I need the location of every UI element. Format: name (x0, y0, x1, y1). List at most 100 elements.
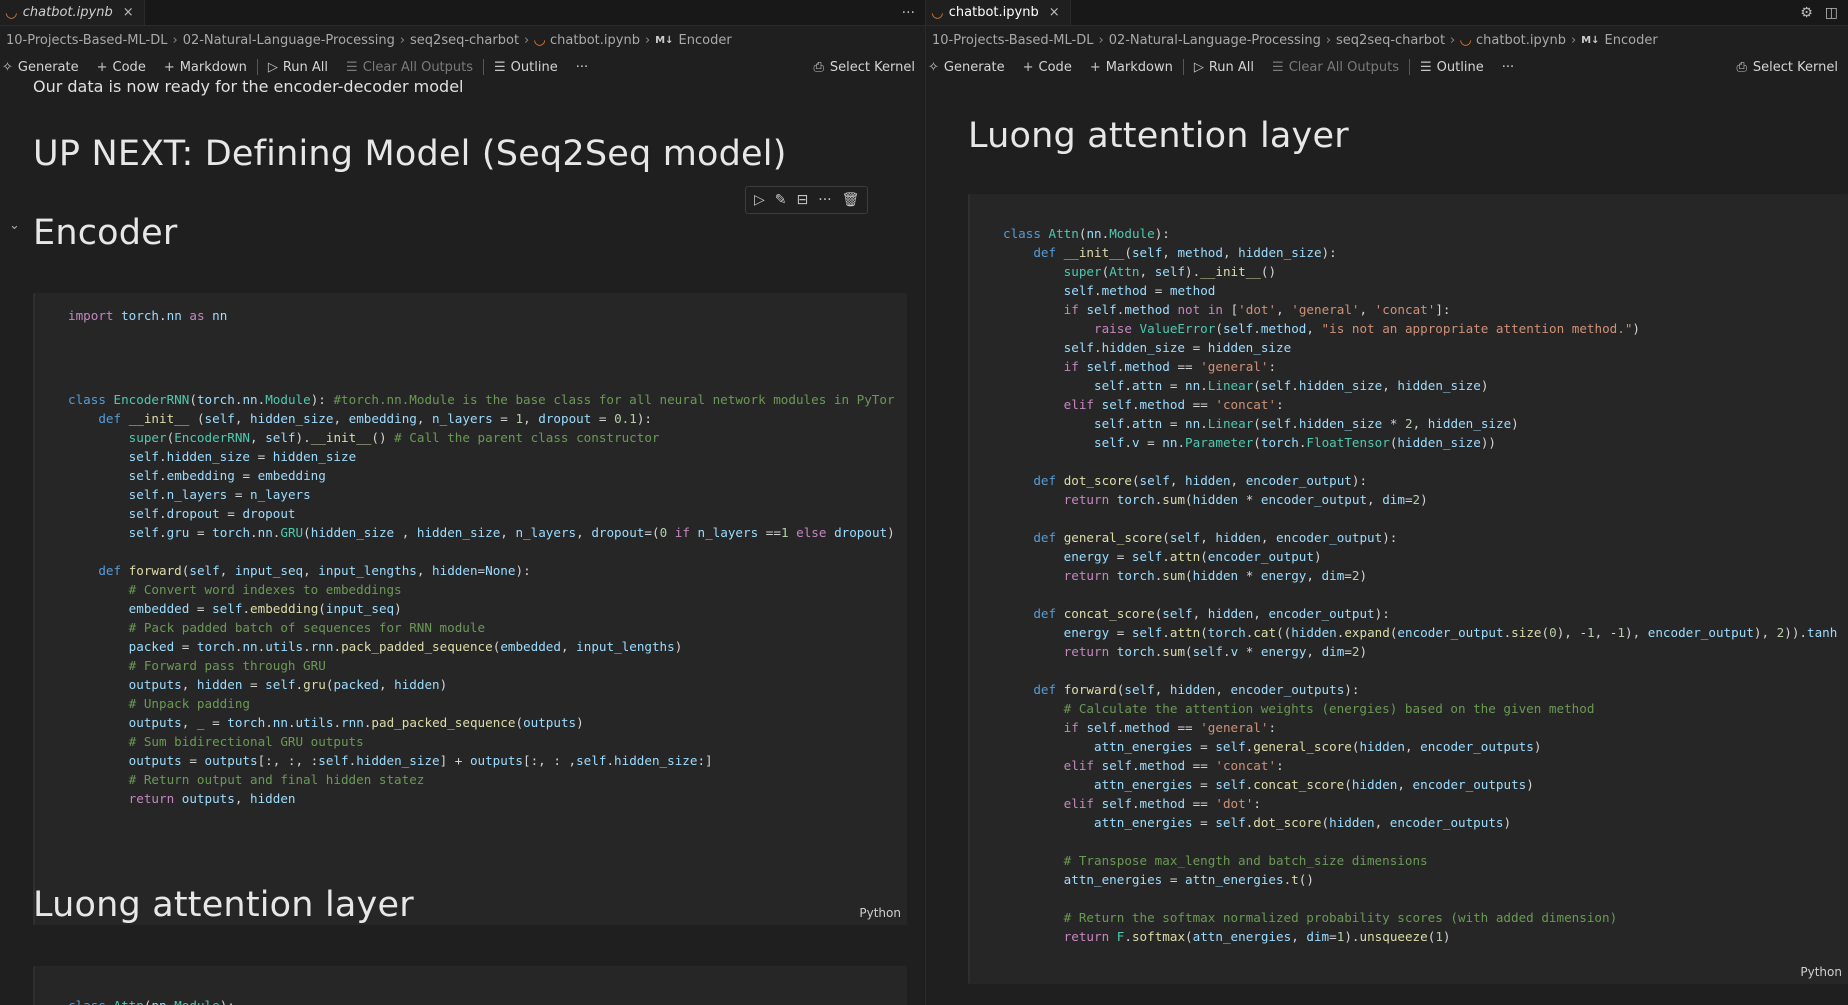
toolbar-more-button[interactable]: ··· (1502, 60, 1514, 75)
run-all-button[interactable]: ▷ Run All (268, 60, 328, 75)
code-line[interactable]: if self.method == 'general': (1003, 357, 1837, 376)
code-line[interactable]: self.n_layers = n_layers (68, 485, 895, 504)
select-kernel-button[interactable]: ⎙ Select Kernel (814, 54, 915, 80)
code-line[interactable]: self.embedding = embedding (68, 466, 895, 485)
code-line[interactable]: outputs, hidden = self.gru(packed, hidde… (68, 675, 895, 694)
breadcrumb-item[interactable]: chatbot.ipynb (550, 33, 640, 48)
toolbar-more-button[interactable]: ··· (576, 60, 588, 75)
code-line[interactable]: class Attn(nn.Module): (1003, 224, 1837, 243)
generate-button[interactable]: ✧ Generate (928, 60, 1005, 75)
code-line[interactable] (1003, 889, 1837, 908)
code-line[interactable]: import torch.nn as nn (68, 306, 227, 325)
code-line[interactable]: def __init__(self, method, hidden_size): (1003, 243, 1837, 262)
code-line[interactable]: def general_score(self, hidden, encoder_… (1003, 528, 1837, 547)
code-line[interactable]: self.hidden_size = hidden_size (68, 447, 895, 466)
code-line[interactable]: # Transpose max_length and batch_size di… (1003, 851, 1837, 870)
breadcrumb-item[interactable]: 10-Projects-Based-ML-DL (932, 33, 1093, 48)
code-line[interactable]: embedded = self.embedding(input_seq) (68, 599, 895, 618)
code-line[interactable] (1003, 452, 1837, 471)
code-line[interactable] (1003, 661, 1837, 680)
code-line[interactable]: # Forward pass through GRU (68, 656, 895, 675)
code-line[interactable] (68, 542, 895, 561)
code-cell-encoder[interactable]: class EncoderRNN(torch.nn.Module): #torc… (33, 381, 907, 925)
code-line[interactable]: # Pack padded batch of sequences for RNN… (68, 618, 895, 637)
delete-icon[interactable]: 🗑 (842, 192, 860, 208)
breadcrumb-item[interactable]: 10-Projects-Based-ML-DL (6, 33, 167, 48)
edit-icon[interactable]: ✎ (775, 192, 787, 208)
code-line[interactable]: class EncoderRNN(torch.nn.Module): #torc… (68, 390, 895, 409)
code-editor[interactable]: class EncoderRNN(torch.nn.Module): #torc… (68, 390, 895, 808)
clear-all-outputs-button[interactable]: ☰ Clear All Outputs (346, 60, 473, 75)
breadcrumb-item[interactable]: 02-Natural-Language-Processing (1109, 33, 1321, 48)
breadcrumb-item[interactable]: seq2seq-charbot (410, 33, 519, 48)
collapse-chevron-icon[interactable]: ⌄ (9, 218, 20, 233)
code-line[interactable]: elif self.method == 'concat': (1003, 395, 1837, 414)
code-line[interactable]: def __init__ (self, hidden_size, embeddi… (68, 409, 895, 428)
select-kernel-button[interactable]: ⎙ Select Kernel (1737, 54, 1838, 80)
tab-chatbot-ipynb[interactable]: ◡ chatbot.ipynb × (0, 0, 145, 25)
execute-cell-icon[interactable]: ▷ (754, 192, 765, 208)
outline-button[interactable]: ☰ Outline (1420, 60, 1484, 75)
code-line[interactable]: elif self.method == 'dot': (1003, 794, 1837, 813)
code-line[interactable]: attn_energies = self.general_score(hidde… (1003, 737, 1837, 756)
code-line[interactable]: self.dropout = dropout (68, 504, 895, 523)
outline-button[interactable]: ☰ Outline (494, 60, 558, 75)
code-line[interactable]: def dot_score(self, hidden, encoder_outp… (1003, 471, 1837, 490)
code-editor[interactable]: class Attn(nn.Module): (68, 996, 235, 1005)
code-line[interactable]: return outputs, hidden (68, 789, 895, 808)
code-line[interactable]: elif self.method == 'concat': (1003, 756, 1837, 775)
code-line[interactable]: return torch.sum(hidden * encoder_output… (1003, 490, 1837, 509)
generate-button[interactable]: ✧ Generate (2, 60, 79, 75)
code-cell-attn-peek[interactable]: class Attn(nn.Module): (33, 966, 907, 1005)
add-markdown-button[interactable]: + Markdown (1090, 60, 1173, 75)
code-editor[interactable]: import torch.nn as nn (68, 306, 227, 325)
gear-icon[interactable]: ⚙ (1800, 5, 1813, 21)
code-line[interactable]: class Attn(nn.Module): (68, 996, 235, 1005)
code-line[interactable]: self.hidden_size = hidden_size (1003, 338, 1837, 357)
code-line[interactable]: outputs, _ = torch.nn.utils.rnn.pad_pack… (68, 713, 895, 732)
code-line[interactable]: super(EncoderRNN, self).__init__() # Cal… (68, 428, 895, 447)
code-line[interactable]: if self.method == 'general': (1003, 718, 1837, 737)
cell-language-label[interactable]: Python (1800, 965, 1842, 979)
code-line[interactable]: return torch.sum(hidden * energy, dim=2) (1003, 566, 1837, 585)
code-line[interactable]: return F.softmax(attn_energies, dim=1).u… (1003, 927, 1837, 946)
breadcrumb-item[interactable]: 02-Natural-Language-Processing (183, 33, 395, 48)
code-line[interactable]: def concat_score(self, hidden, encoder_o… (1003, 604, 1837, 623)
code-line[interactable]: self.attn = nn.Linear(self.hidden_size *… (1003, 414, 1837, 433)
code-line[interactable] (1003, 832, 1837, 851)
close-icon[interactable]: × (123, 5, 134, 20)
code-line[interactable]: def forward(self, input_seq, input_lengt… (68, 561, 895, 580)
code-editor[interactable]: class Attn(nn.Module): def __init__(self… (1003, 224, 1837, 946)
code-line[interactable]: # Calculate the attention weights (energ… (1003, 699, 1837, 718)
more-actions-icon[interactable]: ··· (902, 5, 915, 21)
code-line[interactable]: attn_energies = self.concat_score(hidden… (1003, 775, 1837, 794)
code-line[interactable]: self.gru = torch.nn.GRU(hidden_size , hi… (68, 523, 895, 542)
code-line[interactable]: # Sum bidirectional GRU outputs (68, 732, 895, 751)
close-icon[interactable]: × (1049, 5, 1060, 20)
code-line[interactable]: # Return the softmax normalized probabil… (1003, 908, 1837, 927)
code-line[interactable]: self.method = method (1003, 281, 1837, 300)
code-line[interactable]: super(Attn, self).__init__() (1003, 262, 1837, 281)
clear-all-outputs-button[interactable]: ☰ Clear All Outputs (1272, 60, 1399, 75)
tab-chatbot-ipynb[interactable]: ◡ chatbot.ipynb × (926, 0, 1071, 25)
code-line[interactable]: outputs = outputs[:, :, :self.hidden_siz… (68, 751, 895, 770)
code-line[interactable]: # Return output and final hidden statez (68, 770, 895, 789)
code-line[interactable]: raise ValueError(self.method, "is not an… (1003, 319, 1837, 338)
breadcrumb-item[interactable]: Encoder (1605, 33, 1658, 48)
add-markdown-button[interactable]: + Markdown (164, 60, 247, 75)
code-line[interactable]: attn_energies = self.dot_score(hidden, e… (1003, 813, 1837, 832)
breadcrumb-item[interactable]: seq2seq-charbot (1336, 33, 1445, 48)
split-editor-icon[interactable]: ◫ (1825, 5, 1838, 21)
code-cell-attn[interactable]: class Attn(nn.Module): def __init__(self… (968, 194, 1848, 984)
run-all-button[interactable]: ▷ Run All (1194, 60, 1254, 75)
add-code-button[interactable]: + Code (97, 60, 146, 75)
cell-language-label[interactable]: Python (859, 906, 901, 920)
code-line[interactable]: # Unpack padding (68, 694, 895, 713)
code-line[interactable]: if self.method not in ['dot', 'general',… (1003, 300, 1837, 319)
code-line[interactable] (1003, 585, 1837, 604)
code-line[interactable]: # Convert word indexes to embeddings (68, 580, 895, 599)
breadcrumb-item[interactable]: Encoder (679, 33, 732, 48)
code-line[interactable]: attn_energies = attn_energies.t() (1003, 870, 1837, 889)
code-line[interactable]: energy = self.attn(encoder_output) (1003, 547, 1837, 566)
code-line[interactable]: self.attn = nn.Linear(self.hidden_size, … (1003, 376, 1837, 395)
